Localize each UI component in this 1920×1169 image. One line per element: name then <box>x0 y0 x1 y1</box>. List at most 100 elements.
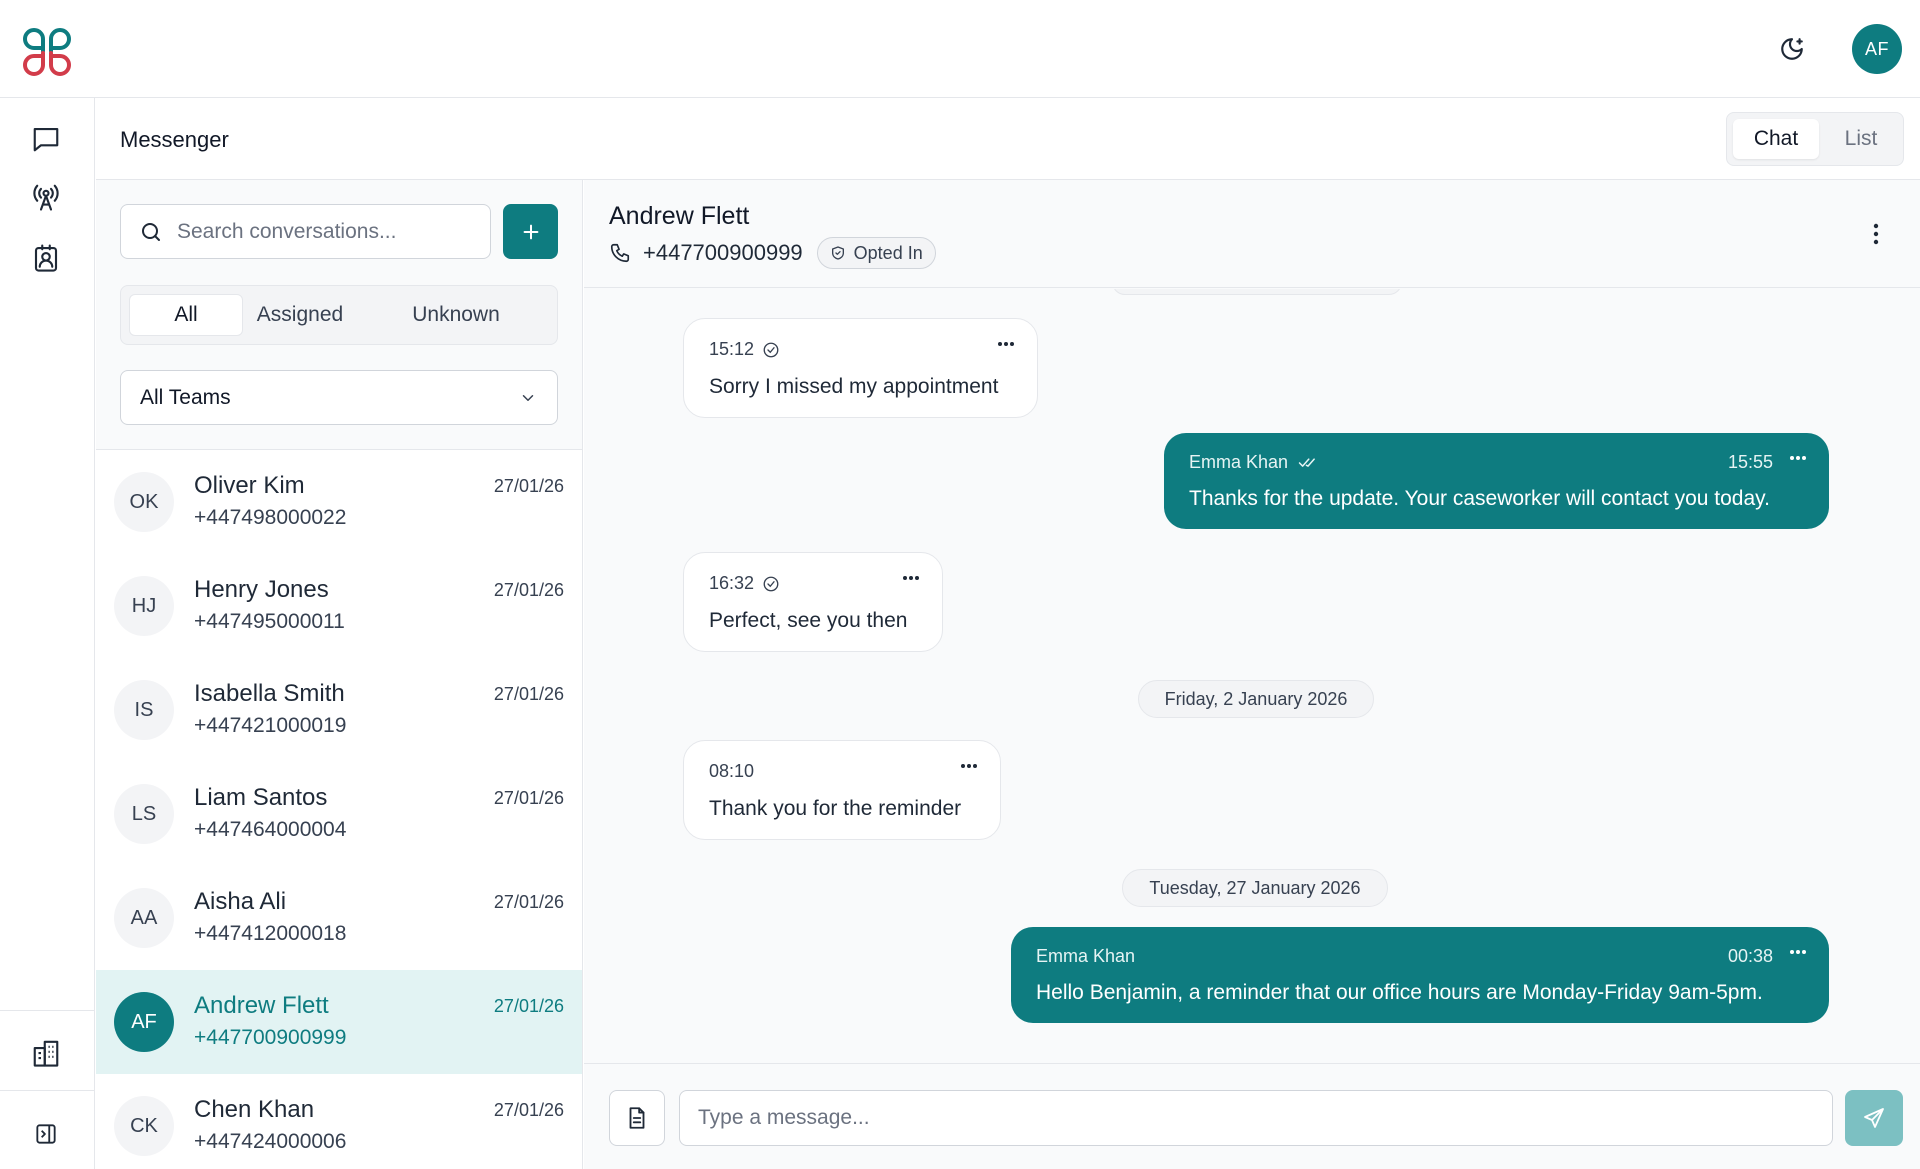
sidebar-expand-icon[interactable] <box>29 1117 63 1151</box>
conversation-name: Liam Santos <box>194 784 328 811</box>
contact-badge-icon[interactable] <box>29 241 63 275</box>
tab-list[interactable]: List <box>1825 119 1897 159</box>
message-incoming: 16:32 Perfect, see you then <box>683 552 943 652</box>
message-menu-icon[interactable] <box>1789 949 1807 955</box>
avatar: AA <box>114 888 174 948</box>
conversation-phone: +447421000019 <box>194 714 347 737</box>
conversation-item[interactable]: IS Isabella Smith +447421000019 27/01/26 <box>96 658 582 762</box>
team-select-value: All Teams <box>140 385 231 409</box>
avatar: IS <box>114 680 174 740</box>
conversation-phone: +447412000018 <box>194 922 347 945</box>
conversation-name: Andrew Flett <box>194 992 329 1019</box>
message-outgoing: Emma Khan 15:55 Thanks for the update. Y… <box>1164 433 1829 529</box>
avatar: OK <box>114 472 174 532</box>
conversation-date: 27/01/26 <box>493 996 564 1016</box>
conversation-item[interactable]: CK Chen Khan +447424000006 27/01/26 <box>96 1074 582 1169</box>
delivered-check-icon <box>762 341 780 359</box>
user-avatar[interactable]: AF <box>1852 24 1902 74</box>
filter-tabs: All Assigned Unknown <box>120 285 558 345</box>
message-text: Thank you for the reminder <box>709 797 962 820</box>
double-check-icon <box>1298 456 1318 470</box>
conversations-panel: All Assigned Unknown All Teams OK Oliver… <box>96 180 583 1169</box>
chat-header: Andrew Flett +447700900999 Opted In <box>584 180 1920 288</box>
message-menu-icon[interactable] <box>960 763 978 769</box>
conversation-item[interactable]: AA Aisha Ali +447412000018 27/01/26 <box>96 866 582 970</box>
search-box <box>120 204 491 259</box>
message-menu-icon[interactable] <box>1789 455 1807 461</box>
message-composer <box>584 1063 1920 1169</box>
attach-template-button[interactable] <box>609 1090 665 1146</box>
avatar: AF <box>114 992 174 1052</box>
shield-check-icon <box>831 246 844 260</box>
delivered-check-icon <box>762 575 780 593</box>
message-menu-icon[interactable] <box>902 575 920 581</box>
view-toggle: Chat List <box>1726 112 1904 166</box>
filter-tab-assigned[interactable]: Assigned <box>245 294 355 336</box>
send-button[interactable] <box>1845 1090 1903 1146</box>
message-input[interactable] <box>679 1090 1833 1146</box>
conversation-date: 27/01/26 <box>493 684 564 704</box>
conversation-item-selected[interactable]: AF Andrew Flett +447700900999 27/01/26 <box>96 970 582 1074</box>
filter-tab-all[interactable]: All <box>129 294 243 336</box>
team-select[interactable]: All Teams <box>120 370 558 425</box>
message-time: 00:38 <box>1727 946 1773 966</box>
status-badge: Opted In <box>816 237 936 269</box>
conversation-name: Aisha Ali <box>194 888 287 915</box>
conversation-name: Chen Khan <box>194 1096 315 1123</box>
rail-divider <box>0 1090 95 1091</box>
date-separator-partial <box>1112 289 1402 295</box>
message-sender: Emma Khan <box>1189 452 1289 472</box>
broadcast-antenna-icon[interactable] <box>29 180 63 214</box>
contact-name: Andrew Flett <box>609 202 750 230</box>
date-separator: Tuesday, 27 January 2026 <box>1122 869 1388 907</box>
tab-chat[interactable]: Chat <box>1733 119 1819 159</box>
conversation-date: 27/01/26 <box>493 1100 564 1120</box>
search-icon <box>139 219 165 245</box>
message-sender: Emma Khan <box>1036 946 1136 966</box>
avatar: CK <box>114 1096 174 1156</box>
message-time: 15:55 <box>1727 452 1773 472</box>
conversation-phone: +447495000011 <box>194 610 345 633</box>
building-icon[interactable] <box>29 1036 63 1070</box>
phone-icon <box>609 242 631 264</box>
new-conversation-button[interactable] <box>503 204 558 259</box>
message-text: Sorry I missed my appointment <box>709 375 999 398</box>
message-incoming: 15:12 Sorry I missed my appointment <box>683 318 1038 418</box>
conversation-phone: +447700900999 <box>194 1026 347 1049</box>
conversation-item[interactable]: OK Oliver Kim +447498000022 27/01/26 <box>96 450 582 554</box>
message-incoming: 08:10 Thank you for the reminder <box>683 740 1001 840</box>
message-time: 08:10 <box>709 761 755 781</box>
filter-tab-unknown[interactable]: Unknown <box>357 294 555 336</box>
messages-nav-chat-bubble-icon[interactable] <box>29 122 63 156</box>
avatar: LS <box>114 784 174 844</box>
chevron-down-icon <box>522 394 534 401</box>
message-text: Perfect, see you then <box>709 609 908 632</box>
message-menu-icon[interactable] <box>997 341 1015 347</box>
message-thread[interactable]: 15:12 Sorry I missed my appointment Emma… <box>584 289 1920 1062</box>
conversation-phone: +447424000006 <box>194 1130 347 1153</box>
conversation-list: OK Oliver Kim +447498000022 27/01/26 HJ … <box>96 450 582 1169</box>
theme-toggle-moon-icon[interactable] <box>1776 33 1808 65</box>
conversation-name: Henry Jones <box>194 576 329 603</box>
plus-icon <box>523 224 538 239</box>
chat-panel: Andrew Flett +447700900999 Opted In 15:1… <box>584 180 1920 1169</box>
conversation-item[interactable]: LS Liam Santos +447464000004 27/01/26 <box>96 762 582 866</box>
top-bar: AF <box>0 0 1920 98</box>
rail-divider <box>0 1010 95 1011</box>
avatar: HJ <box>114 576 174 636</box>
conversation-phone: +447498000022 <box>194 506 347 529</box>
message-time: 15:12 <box>709 339 755 359</box>
messenger-header: Messenger Chat List <box>96 99 1920 180</box>
conversation-filters: All Assigned Unknown All Teams <box>96 180 582 450</box>
more-options-icon[interactable] <box>1864 220 1888 248</box>
page-title: Messenger <box>120 127 229 152</box>
conversation-item[interactable]: HJ Henry Jones +447495000011 27/01/26 <box>96 554 582 658</box>
message-text: Hello Benjamin, a reminder that our offi… <box>1036 981 1763 1004</box>
send-icon <box>1864 1108 1884 1128</box>
conversation-name: Oliver Kim <box>194 472 305 499</box>
app-logo[interactable] <box>20 26 74 78</box>
search-input[interactable] <box>177 219 477 244</box>
message-outgoing: Emma Khan 00:38 Hello Benjamin, a remind… <box>1011 927 1829 1023</box>
status-badge-label: Opted In <box>853 242 923 263</box>
left-nav-rail <box>0 98 95 1169</box>
